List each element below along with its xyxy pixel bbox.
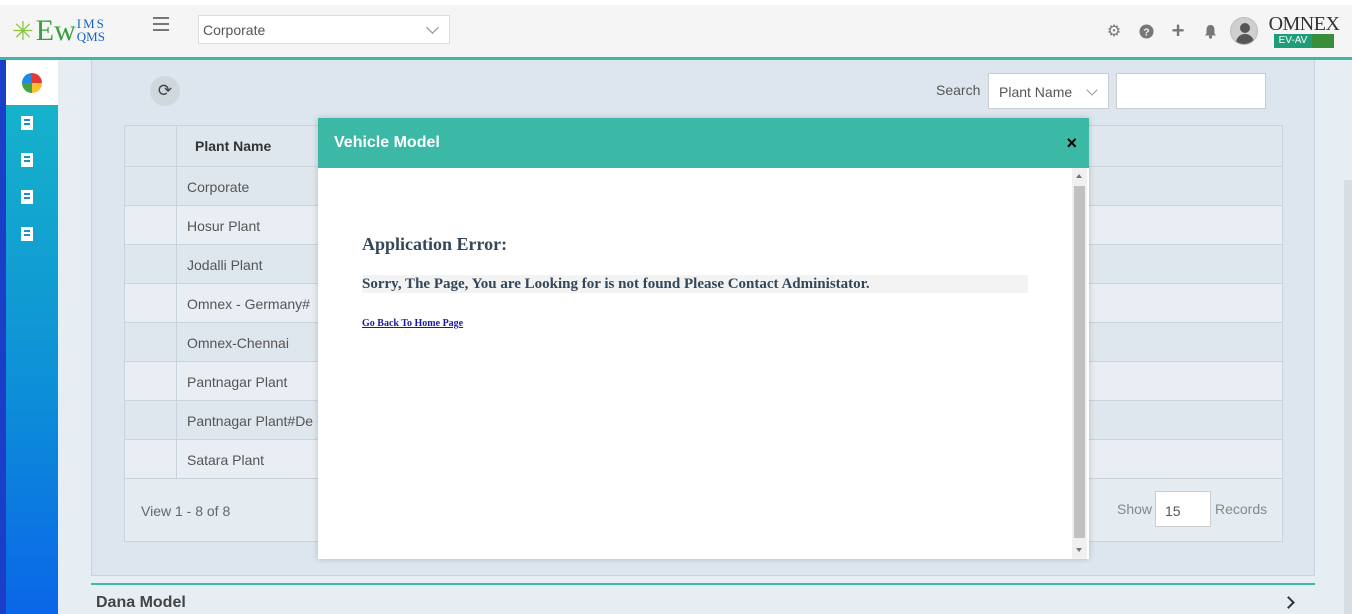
gear-icon[interactable]: ⚙ [1098,21,1130,41]
section-title: Dana Model [96,594,186,611]
page-scrollbar[interactable] [1344,180,1352,614]
row-cell-select [125,362,177,400]
row-cell-select [125,245,177,283]
records-label: Records [1215,501,1268,517]
close-icon[interactable]: × [1066,133,1077,153]
left-sidebar [0,60,58,614]
dialog-scrollbar[interactable] [1072,168,1087,559]
chevron-right-icon[interactable] [1282,596,1295,609]
error-message: Sorry, The Page, You are Looking for is … [362,275,1028,293]
error-title: Application Error: [362,234,508,254]
scroll-thumb[interactable] [1074,186,1085,538]
row-cell-select [125,440,177,478]
top-bar: ✳ Ew IMS QMS Corporate ⚙ ? + OMNEX EV-AV [0,0,1352,60]
vehicle-model-dialog: Vehicle Model × Application Error: Sorry… [318,118,1089,559]
logo-main-text: Ew [35,14,76,47]
building-icon[interactable] [21,190,33,204]
scroll-down-arrow-icon[interactable] [1076,548,1082,552]
user-avatar-icon[interactable] [1230,17,1258,45]
pager-info: View 1 - 8 of 8 [141,503,231,519]
dialog-title: Vehicle Model [334,134,440,151]
chevron-down-icon [426,21,439,34]
row-cell-select [125,206,177,244]
building-icon[interactable] [21,116,33,130]
ewqms-logo[interactable]: ✳ Ew IMS QMS [12,13,106,49]
scroll-up-arrow-icon[interactable] [1076,174,1082,178]
omnex-logo: OMNEX EV-AV [1264,12,1344,48]
plant-select-value: Corporate [203,21,266,38]
header-actions: ⚙ ? + OMNEX EV-AV [1098,13,1352,49]
bell-icon[interactable] [1194,24,1226,39]
search-field-value: Plant Name [999,84,1073,100]
plant-select[interactable]: Corporate [198,15,450,44]
ev-av-badge: EV-AV [1273,33,1313,48]
row-cell-select [125,167,177,205]
row-cell-select [125,323,177,361]
grid-header-select [125,126,177,166]
badge-graphic [1312,33,1335,48]
refresh-icon[interactable]: ⟳ [150,76,180,106]
help-icon[interactable]: ? [1130,23,1162,39]
plus-icon[interactable]: + [1162,18,1194,44]
dialog-body: Application Error: Sorry, The Page, You … [318,168,1089,559]
row-cell-select [125,284,177,322]
building-icon[interactable] [21,153,33,167]
row-cell-select [125,401,177,439]
search-label: Search [936,82,981,98]
dialog-header: Vehicle Model × [318,118,1089,168]
sun-logo-icon: ✳ [12,16,34,46]
menu-toggle-icon[interactable] [153,17,169,31]
logo-stack: IMS QMS [77,17,106,43]
chevron-down-icon [1086,84,1098,96]
home-page-link[interactable]: Go Back To Home Page [362,318,463,329]
omnex-badge: EV-AV [1273,33,1335,48]
search-input[interactable] [1116,73,1266,109]
page-size-input[interactable]: 15 [1155,491,1211,527]
sidebar-edge [0,60,6,614]
logo-qms-text: QMS [76,29,105,44]
svg-text:?: ? [1143,27,1149,38]
dana-model-section[interactable]: Dana Model [91,583,1315,614]
sidebar-app-logo[interactable] [6,60,58,105]
building-icon[interactable] [21,227,33,241]
app-logo-icon [22,72,42,93]
show-label: Show [1117,501,1153,517]
omnex-brand-name: OMNEX [1268,12,1340,35]
search-field-select[interactable]: Plant Name [988,73,1109,109]
